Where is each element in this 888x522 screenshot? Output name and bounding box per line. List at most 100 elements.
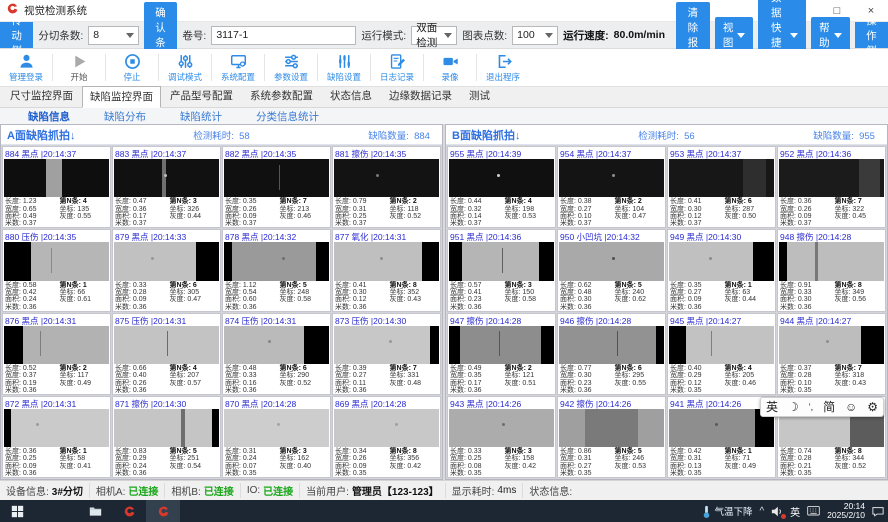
defect-cell-883[interactable]: 883 黑点 |20:14:37长度: 0.47宽度: 0.36面积: 0.17… <box>112 146 221 228</box>
stat-meters: 米数: 0.37 <box>115 220 168 227</box>
ime-english-toggle[interactable]: 英 <box>766 401 778 413</box>
defect-cell-881[interactable]: 881 擦伤 |20:14:35长度: 0.79宽度: 0.31面积: 0.25… <box>332 146 441 228</box>
defect-cell-title: 949 黑点 |20:14:30 <box>668 230 775 242</box>
defect-cell-945[interactable]: 945 黑点 |20:14:27长度: 0.40宽度: 0.29面积: 0.12… <box>667 313 776 395</box>
start-menu-button[interactable] <box>0 500 34 522</box>
toolbar-icons: 管理登录开始停止调试模式系统配置参数设置缺陷设置日志记录录像退出程序 <box>0 49 888 87</box>
run-mode-select[interactable]: 双面检测 <box>411 26 457 45</box>
tab-main-6[interactable]: 测试 <box>461 85 498 107</box>
chart-points-value: 100 <box>517 29 535 41</box>
defect-settings-button[interactable]: 缺陷设置 <box>318 49 370 86</box>
system-config-button[interactable]: 系统配置 <box>212 49 264 86</box>
stat-width: 宽度: 0.26 <box>780 206 833 213</box>
tab-main-0[interactable]: 尺寸监控界面 <box>2 85 81 107</box>
roll-number-label: 卷号: <box>182 28 206 43</box>
record-video-button[interactable]: 录像 <box>424 49 476 86</box>
ime-language-indicator[interactable]: 英 <box>790 504 800 519</box>
defect-cell-955[interactable]: 955 黑点 |20:14:39长度: 0.44宽度: 0.32面积: 0.14… <box>447 146 556 228</box>
defect-stats: 长度: 0.47宽度: 0.36面积: 0.17米数: 0.37第N条: 3坐标… <box>113 197 220 227</box>
stat-meters: 米数: 0.37 <box>225 220 278 227</box>
tab-main-2[interactable]: 产品型号配置 <box>162 85 241 107</box>
exit-program-button[interactable]: 退出程序 <box>477 49 529 86</box>
chevron-down-icon <box>545 33 553 38</box>
tray-expand-caret[interactable]: ^ <box>759 506 764 517</box>
tab-sub-0[interactable]: 缺陷信息 <box>28 109 70 124</box>
defect-cell-876[interactable]: 876 黑点 |20:14:31长度: 0.52宽度: 0.37面积: 0.19… <box>2 313 111 395</box>
defect-stats: 长度: 0.31宽度: 0.24面积: 0.07米数: 0.35第N条: 3坐标… <box>223 447 330 477</box>
stat-meters: 米数: 0.36 <box>780 304 833 311</box>
tab-sub-2[interactable]: 缺陷统计 <box>180 109 222 124</box>
panel-a-title: A面缺陷抓拍↓ <box>7 127 144 143</box>
ime-punctuation-toggle[interactable]: ’, <box>809 403 814 412</box>
defect-cell-948[interactable]: 948 擦伤 |20:14:28长度: 0.91宽度: 0.33面积: 0.30… <box>777 229 886 311</box>
defect-cell-873[interactable]: 873 压伤 |20:14:30长度: 0.39宽度: 0.27面积: 0.11… <box>332 313 441 395</box>
ime-emoji-icon[interactable]: ☺ <box>845 401 857 413</box>
start-button[interactable]: 开始 <box>53 49 105 86</box>
defect-cell-942[interactable]: 942 擦伤 |20:14:26长度: 0.86宽度: 0.31面积: 0.27… <box>557 396 666 478</box>
status-label: 相机A: <box>96 483 125 498</box>
operator-side-button[interactable]: 操作侧 <box>855 22 888 48</box>
defect-cell-943[interactable]: 943 黑点 |20:14:26长度: 0.33宽度: 0.25面积: 0.08… <box>447 396 556 478</box>
defect-cell-877[interactable]: 877 氧化 |20:14:31长度: 0.41宽度: 0.30面积: 0.12… <box>332 229 441 311</box>
defect-cell-952[interactable]: 952 黑点 |20:14:36长度: 0.36宽度: 0.26面积: 0.09… <box>777 146 886 228</box>
roll-number-input[interactable] <box>211 26 356 45</box>
ime-simplified-toggle[interactable]: 简 <box>823 401 835 413</box>
defect-cell-944[interactable]: 944 黑点 |20:14:27长度: 0.37宽度: 0.28面积: 0.10… <box>777 313 886 395</box>
defect-cell-946[interactable]: 946 擦伤 |20:14:28长度: 0.77宽度: 0.30面积: 0.23… <box>557 313 666 395</box>
clock-widget[interactable]: 20:14 2025/2/10 <box>827 502 865 521</box>
volume-icon[interactable] <box>771 506 783 517</box>
defect-cell-879[interactable]: 879 黑点 |20:14:33长度: 0.33宽度: 0.28面积: 0.09… <box>112 229 221 311</box>
stat-area: 面积: 0.17 <box>450 380 503 387</box>
defect-cell-953[interactable]: 953 黑点 |20:14:37长度: 0.41宽度: 0.30面积: 0.12… <box>667 146 776 228</box>
tab-main-4[interactable]: 状态信息 <box>322 85 380 107</box>
param-settings-label: 参数设置 <box>274 71 308 83</box>
windows-logo-icon <box>11 505 24 518</box>
tab-main-1[interactable]: 缺陷监控界面 <box>82 86 161 108</box>
drive-side-button[interactable]: 传动侧 <box>0 22 33 48</box>
defect-cell-870[interactable]: 870 黑点 |20:14:28长度: 0.31宽度: 0.24面积: 0.07… <box>222 396 331 478</box>
play-icon <box>71 52 88 70</box>
defect-cell-949[interactable]: 949 黑点 |20:14:30长度: 0.35宽度: 0.27面积: 0.09… <box>667 229 776 311</box>
defect-cell-878[interactable]: 878 黑点 |20:14:32长度: 1.12宽度: 0.54面积: 0.60… <box>222 229 331 311</box>
taskbar-app-inspection-2[interactable] <box>146 500 180 522</box>
defect-cell-875[interactable]: 875 压伤 |20:14:31长度: 0.66宽度: 0.40面积: 0.26… <box>112 313 221 395</box>
taskbar-app-explorer[interactable] <box>78 500 112 522</box>
defect-cell-880[interactable]: 880 压伤 |20:14:35长度: 0.58宽度: 0.42面积: 0.24… <box>2 229 111 311</box>
status-segment-4: 当前用户:管理员【123-123】 <box>306 483 445 498</box>
slit-count-select[interactable]: 8 <box>88 26 138 45</box>
ime-moon-icon[interactable]: ☽ <box>788 401 799 413</box>
chart-points-select[interactable]: 100 <box>512 26 558 45</box>
keyboard-icon[interactable] <box>807 506 820 516</box>
param-settings-button[interactable]: 参数设置 <box>265 49 317 86</box>
log-record-button[interactable]: 日志记录 <box>371 49 423 86</box>
defect-cell-872[interactable]: 872 黑点 |20:14:31长度: 0.36宽度: 0.25面积: 0.09… <box>2 396 111 478</box>
defect-cell-869[interactable]: 869 黑点 |20:14:28长度: 0.34宽度: 0.26面积: 0.09… <box>332 396 441 478</box>
taskbar-app-inspection-1[interactable] <box>112 500 146 522</box>
tab-main-5[interactable]: 边缘数据记录 <box>381 85 460 107</box>
tab-sub-3[interactable]: 分类信息统计 <box>256 109 319 124</box>
status-segment-3: IO:已连接 <box>247 483 300 498</box>
defect-cell-871[interactable]: 871 擦伤 |20:14:30长度: 0.83宽度: 0.29面积: 0.24… <box>112 396 221 478</box>
debug-mode-button[interactable]: 调试模式 <box>159 49 211 86</box>
help-menu-button[interactable]: 帮助 <box>811 17 850 53</box>
defect-cell-title: 879 黑点 |20:14:33 <box>113 230 220 242</box>
defect-cell-882[interactable]: 882 黑点 |20:14:35长度: 0.35宽度: 0.26面积: 0.09… <box>222 146 331 228</box>
defect-cell-951[interactable]: 951 黑点 |20:14:36长度: 0.57宽度: 0.41面积: 0.23… <box>447 229 556 311</box>
defect-stats: 长度: 0.44宽度: 0.32面积: 0.14米数: 0.37第N条: 4坐标… <box>448 197 555 227</box>
action-center-icon[interactable] <box>872 506 884 517</box>
stat-gray: 灰度: 0.46 <box>280 213 328 220</box>
weather-widget[interactable]: 气温下降 <box>702 504 752 518</box>
tab-sub-1[interactable]: 缺陷分布 <box>104 109 146 124</box>
defect-image <box>669 409 774 447</box>
defect-cell-950[interactable]: 950 小凹坑 |20:14:32长度: 0.62宽度: 0.48面积: 0.3… <box>557 229 666 311</box>
admin-login-button[interactable]: 管理登录 <box>0 49 52 86</box>
view-menu-button[interactable]: 视图 <box>715 17 754 53</box>
defect-cell-954[interactable]: 954 黑点 |20:14:37长度: 0.38宽度: 0.27面积: 0.10… <box>557 146 666 228</box>
stat-coord: 坐标: 118 <box>390 206 438 213</box>
tab-main-3[interactable]: 系统参数配置 <box>242 85 321 107</box>
ime-settings-gear-icon[interactable]: ⚙ <box>867 401 878 413</box>
defect-cell-884[interactable]: 884 黑点 |20:14:37长度: 1.23宽度: 0.65面积: 0.49… <box>2 146 111 228</box>
stop-button[interactable]: 停止 <box>106 49 158 86</box>
defect-cell-874[interactable]: 874 压伤 |20:14:31长度: 0.48宽度: 0.33面积: 0.16… <box>222 313 331 395</box>
defect-cell-947[interactable]: 947 擦伤 |20:14:28长度: 0.49宽度: 0.35面积: 0.17… <box>447 313 556 395</box>
